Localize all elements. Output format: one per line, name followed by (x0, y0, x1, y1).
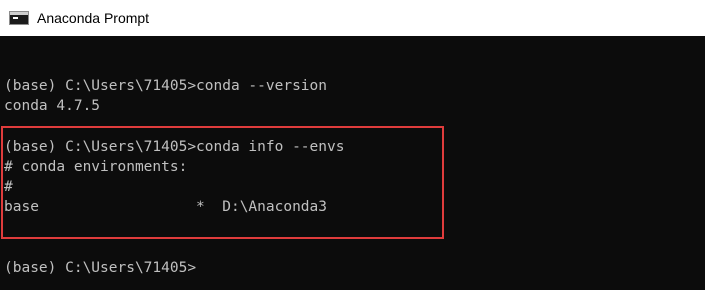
console-line-command-version: (base) C:\Users\71405>conda --version (4, 78, 328, 94)
console-window-icon (9, 11, 29, 25)
highlight-annotation-box (1, 126, 444, 239)
title-bar[interactable]: Anaconda Prompt (0, 0, 705, 36)
console-line-prompt: (base) C:\Users\71405> (4, 260, 197, 276)
console-line-version-output: conda 4.7.5 (4, 98, 101, 114)
terminal-window[interactable]: Anaconda Prompt (base) C:\Users\71405>co… (0, 0, 705, 290)
console-output[interactable]: (base) C:\Users\71405>conda --version co… (0, 36, 705, 290)
console-window-icon-bar (10, 12, 28, 15)
window-title: Anaconda Prompt (37, 10, 150, 26)
console-window-icon-caret (13, 17, 18, 19)
